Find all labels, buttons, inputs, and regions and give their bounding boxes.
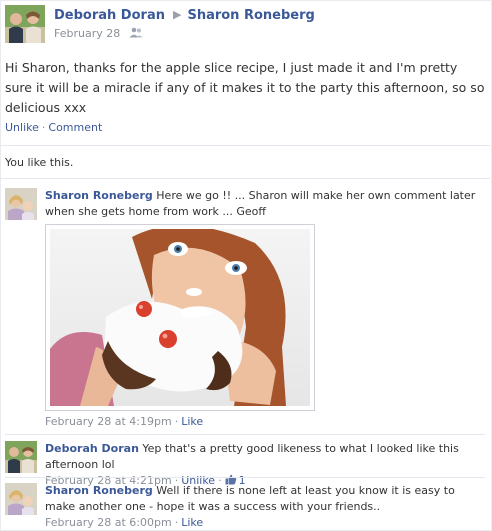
arrow-right-icon: ▶	[172, 8, 182, 21]
comment-timestamp[interactable]: February 28 at 4:19pm	[45, 415, 172, 428]
cake-photo-image	[50, 229, 310, 406]
post-author-link[interactable]: Deborah Doran	[54, 8, 165, 23]
comment-author-link[interactable]: Deborah Doran	[45, 442, 139, 455]
comment-photo[interactable]	[45, 224, 315, 411]
commenter-avatar[interactable]	[5, 441, 37, 473]
post-date[interactable]: February 28	[54, 27, 120, 40]
commenter-avatar[interactable]	[5, 483, 37, 515]
divider	[0, 145, 490, 146]
meta-separator: ·	[174, 516, 179, 529]
comment-meta: February 28 at 4:19pm · Like	[45, 414, 485, 430]
comment-meta: February 28 at 6:00pm · Like	[45, 515, 485, 531]
post-meta: February 28	[54, 27, 143, 40]
post-message: Hi Sharon, thanks for the apple slice re…	[5, 60, 485, 115]
like-link[interactable]: Like	[181, 415, 203, 428]
friends-icon[interactable]	[129, 27, 143, 38]
post-header: Deborah Doran ▶ Sharon Roneberg	[54, 8, 315, 23]
like-link[interactable]: Like	[181, 516, 203, 529]
divider	[5, 477, 485, 478]
action-separator: ·	[41, 121, 46, 134]
comment-body: Deborah Doran Yep that's a pretty good l…	[45, 441, 485, 489]
commenter-avatar[interactable]	[5, 188, 37, 220]
unlike-link[interactable]: Unlike	[5, 121, 39, 134]
meta-separator: ·	[174, 415, 179, 428]
comment-body: Sharon Roneberg Well if there is none le…	[45, 483, 485, 531]
author-avatar[interactable]	[5, 5, 45, 43]
likes-summary: You like this.	[5, 156, 74, 169]
post-target-link[interactable]: Sharon Roneberg	[187, 8, 314, 23]
comment-author-link[interactable]: Sharon Roneberg	[45, 189, 153, 202]
divider	[0, 178, 490, 179]
divider	[5, 434, 485, 435]
post-actions: Unlike · Comment	[5, 121, 102, 134]
comment-body: Sharon Roneberg Here we go !! ... Sharon…	[45, 188, 485, 220]
comment-link[interactable]: Comment	[48, 121, 102, 134]
comment-author-link[interactable]: Sharon Roneberg	[45, 484, 153, 497]
comment-timestamp[interactable]: February 28 at 6:00pm	[45, 516, 172, 529]
